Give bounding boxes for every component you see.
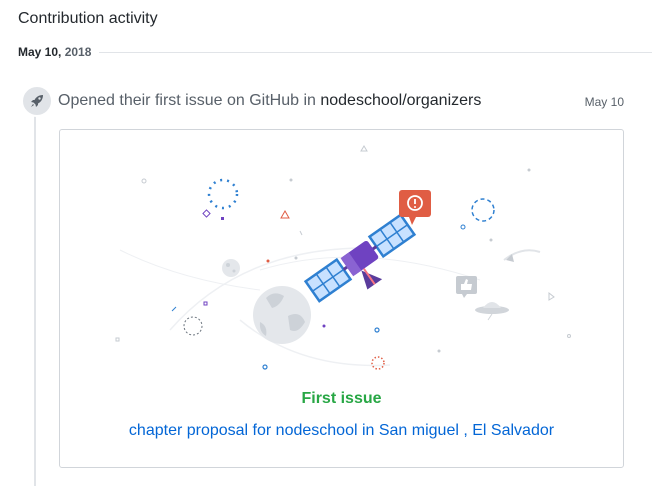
section-title: Contribution activity: [18, 10, 158, 27]
satellite-icon: [303, 213, 417, 303]
dashed-ring: [471, 198, 495, 222]
space-illustration: [115, 145, 571, 370]
sparkle: [299, 230, 303, 236]
sparkle: [221, 217, 224, 220]
sparkle: [262, 364, 268, 370]
burst-ring: [371, 356, 385, 370]
repo-link[interactable]: nodeschool/organizers: [320, 92, 481, 109]
sparkle: [437, 349, 441, 353]
event-description: Opened their first issue on GitHub in no…: [58, 92, 481, 110]
planet-icon: [253, 286, 311, 344]
sparkle: [322, 324, 326, 328]
sparkle: [203, 301, 208, 306]
date-year: 2018: [64, 45, 92, 59]
timeline-badge: [21, 85, 53, 117]
sparkle: [567, 334, 571, 338]
timeline-line: [34, 100, 36, 486]
issue-link[interactable]: chapter proposal for nodeschool in San m…: [60, 422, 623, 440]
date-label: May 10, 2018: [18, 45, 100, 59]
sparkle: [460, 224, 466, 230]
sparkle: [527, 168, 531, 172]
event-date: May 10: [584, 95, 624, 109]
card-title: First issue: [301, 390, 382, 407]
sparkle: [489, 238, 493, 242]
sparkle: [266, 259, 270, 263]
sparkle: [115, 337, 120, 342]
sparkle: [141, 178, 147, 184]
sparkle: [289, 178, 293, 182]
date-month-day: May 10,: [18, 45, 62, 59]
sparkle: [280, 209, 290, 219]
moon-icon: [222, 259, 240, 277]
sparkle: [202, 209, 211, 218]
divider-line: [18, 52, 652, 53]
thumbs-up-icon: [456, 276, 477, 298]
rocket-icon: [31, 95, 43, 107]
sparkle: [171, 306, 177, 312]
dashed-ring: [183, 316, 203, 336]
comet-icon: [503, 249, 541, 262]
sparkle: [294, 256, 298, 260]
dashed-ring: [207, 178, 239, 210]
sparkle: [374, 327, 380, 333]
first-issue-card: First issue chapter proposal for nodesch…: [59, 129, 624, 468]
sparkle: [360, 145, 368, 152]
sparkle: [548, 291, 555, 301]
date-divider: May 10, 2018: [18, 45, 652, 61]
ufo-icon: [475, 302, 509, 321]
event-prefix: Opened their first issue on GitHub in: [58, 92, 321, 109]
